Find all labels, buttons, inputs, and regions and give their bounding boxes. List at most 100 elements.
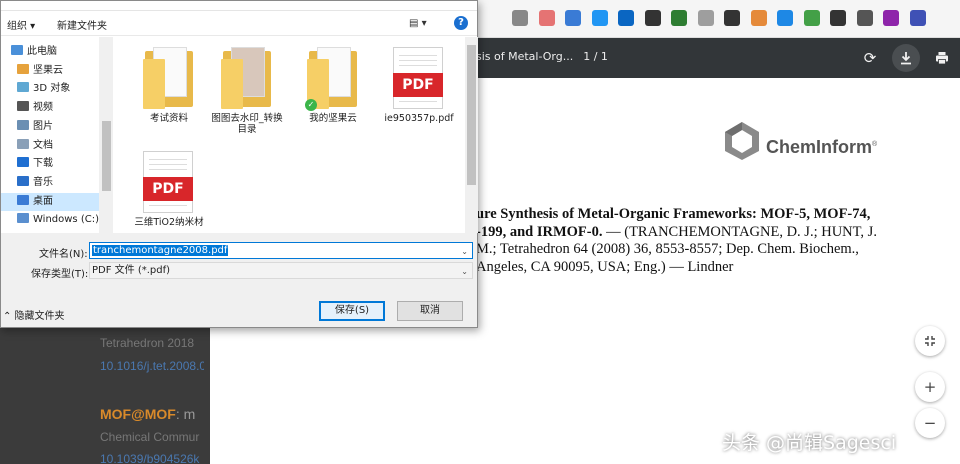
nav-item[interactable]: 音乐 (1, 174, 99, 192)
article-line-bold: -199, and IRMOF-0. (476, 223, 603, 240)
dialog-address-bar (1, 1, 477, 11)
rotate-icon: ⟳ (863, 49, 877, 67)
ext-15-icon[interactable] (883, 10, 899, 26)
ext-6-icon[interactable] (644, 10, 661, 26)
nav-item-icon (11, 45, 23, 55)
zoom-out-button[interactable]: − (915, 408, 945, 438)
file-item[interactable]: PDF 三维TiO2纳米材 (131, 151, 207, 228)
ext-3-icon[interactable] (565, 10, 581, 26)
cheminform-registered-mark: ® (872, 141, 878, 148)
nav-item-icon (17, 138, 29, 149)
file-list-scrollbar-thumb[interactable] (467, 45, 476, 185)
ext-14-icon[interactable] (856, 10, 873, 26)
nav-item[interactable]: 此电脑 (1, 43, 99, 61)
help-icon[interactable]: ? (454, 16, 468, 30)
nav-item[interactable]: Windows (C:) (1, 211, 99, 229)
file-item[interactable]: 图图去水印_转换目录 (209, 47, 285, 135)
file-item-label: 三维TiO2纳米材 (134, 217, 204, 228)
download-icon (901, 52, 911, 65)
article-line: ure Synthesis of Metal-Organic Framework… (476, 206, 916, 224)
ext-1-icon[interactable] (512, 10, 528, 26)
fit-page-icon (925, 336, 935, 346)
article-line-text: — (TRANCHEMONTAGNE, D. J.; HUNT, J. (602, 223, 877, 240)
nav-item[interactable]: 视频 (1, 99, 99, 117)
result-title-prefix: MOF@MOF (100, 406, 176, 422)
result-journal: Tetrahedron 2018 (100, 336, 195, 350)
filename-input[interactable]: tranchemontagne2008.pdf ⌄ (89, 242, 473, 259)
ext-11-icon[interactable] (777, 10, 793, 26)
filetype-value: PDF 文件 (*.pdf) (92, 265, 171, 276)
file-item-label: 考试资料 (149, 113, 188, 124)
pdf-file-icon: PDF (393, 47, 445, 109)
article-line-text: Angeles, CA 90095, USA; Eng.) — Lindner (476, 258, 734, 275)
nav-item-label: 下载 (33, 158, 53, 170)
filetype-row: 保存类型(T): PDF 文件 (*.pdf) ⌄ (1, 262, 477, 280)
nav-item-label: 坚果云 (33, 64, 63, 76)
result-doi-link-2[interactable]: 10.1039/b904526k (100, 452, 199, 464)
nav-item[interactable]: 文档 (1, 137, 99, 155)
minus-icon: − (923, 414, 937, 432)
file-item[interactable]: 考试资料 (131, 47, 207, 124)
result-title-rest: : m (175, 406, 196, 422)
filetype-select[interactable]: PDF 文件 (*.pdf) ⌄ (89, 262, 473, 279)
fit-page-button[interactable] (915, 326, 945, 356)
zoom-in-button[interactable]: + (915, 372, 945, 402)
watermark-text: 头条 @尚辑Sagesci (722, 432, 897, 454)
result-doi-link[interactable]: 10.1016/j.tet.2008.0 (100, 359, 206, 373)
pdf-badge: PDF (143, 177, 193, 201)
file-item-label: 我的坚果云 (309, 113, 357, 124)
navigation-scrollbar-thumb[interactable] (102, 121, 111, 191)
file-item[interactable]: PDF ie950357p.pdf (381, 47, 457, 124)
save-button[interactable]: 保存(S) (319, 301, 385, 321)
new-folder-button[interactable]: 新建文件夹 (57, 17, 107, 32)
synced-folder-icon: ✓ (305, 47, 359, 111)
ext-5-icon[interactable] (618, 10, 634, 26)
ext-13-icon[interactable] (830, 10, 846, 26)
ext-2-icon[interactable] (538, 10, 555, 26)
ext-9-icon[interactable] (724, 10, 740, 26)
folder-icon (221, 47, 273, 109)
download-button[interactable] (892, 44, 920, 72)
pdf-badge: PDF (393, 73, 443, 97)
hide-folders-toggle[interactable]: ⌃ 隐藏文件夹 (3, 307, 65, 322)
sync-check-icon: ✓ (305, 99, 317, 111)
folder-icon (143, 47, 195, 109)
navigation-pane: 此电脑坚果云 3D 对象视频图片 文档下载音乐 桌面 Windows (C:) (1, 37, 113, 233)
nav-item-icon (17, 63, 29, 74)
article-line-text: M.; Tetrahedron 64 (2008) 36, 8553-8557;… (476, 241, 859, 257)
result-title-link[interactable]: MOF@MOF: m (100, 406, 195, 422)
ext-4-icon[interactable] (591, 10, 608, 26)
nav-item[interactable]: 坚果云 (1, 62, 99, 80)
cancel-button[interactable]: 取消 (397, 301, 463, 321)
nav-item[interactable]: 图片 (1, 118, 99, 136)
ext-12-icon[interactable] (803, 10, 820, 26)
organize-menu[interactable]: 组织 ▾ (7, 17, 35, 32)
ext-10-icon[interactable] (750, 10, 767, 26)
pdf-page-count: 1 / 1 (583, 50, 608, 63)
filetype-label: 保存类型(T): (31, 269, 89, 280)
rotate-button[interactable]: ⟳ (856, 44, 884, 72)
nav-item-label: 此电脑 (27, 46, 57, 57)
filename-dropdown-icon[interactable]: ⌄ (461, 244, 468, 259)
nav-item-icon (17, 101, 29, 112)
dialog-command-bar: 组织 ▾ 新建文件夹 ▤ ▾ ? (1, 12, 477, 36)
nav-item-label: 视频 (33, 102, 53, 114)
article-line: Angeles, CA 90095, USA; Eng.) — Lindner (476, 259, 916, 277)
nav-item-icon (17, 194, 29, 205)
print-button[interactable] (928, 44, 956, 72)
view-options-icon[interactable]: ▤ ▾ (409, 18, 427, 29)
ext-8-icon[interactable] (697, 10, 714, 26)
filename-label: 文件名(N): (39, 249, 88, 260)
nav-item[interactable]: 下载 (1, 155, 99, 173)
pdf-title: sis of Metal-Org... 1 / 1 (476, 50, 608, 63)
ext-7-icon[interactable] (671, 10, 687, 26)
ext-16-icon[interactable] (909, 10, 926, 26)
nav-item[interactable]: 3D 对象 (1, 80, 99, 98)
pdf-title-text: sis of Metal-Org... (476, 50, 574, 63)
article-abstract: ure Synthesis of Metal-Organic Framework… (476, 206, 916, 276)
article-line-bold: ure Synthesis of Metal-Organic Framework… (476, 206, 871, 222)
result-journal-2: Chemical Commur (100, 430, 200, 444)
file-item[interactable]: ✓ 我的坚果云 (295, 47, 371, 124)
pdf-file-icon: PDF (143, 151, 195, 213)
nav-item[interactable]: 桌面 (1, 192, 99, 211)
